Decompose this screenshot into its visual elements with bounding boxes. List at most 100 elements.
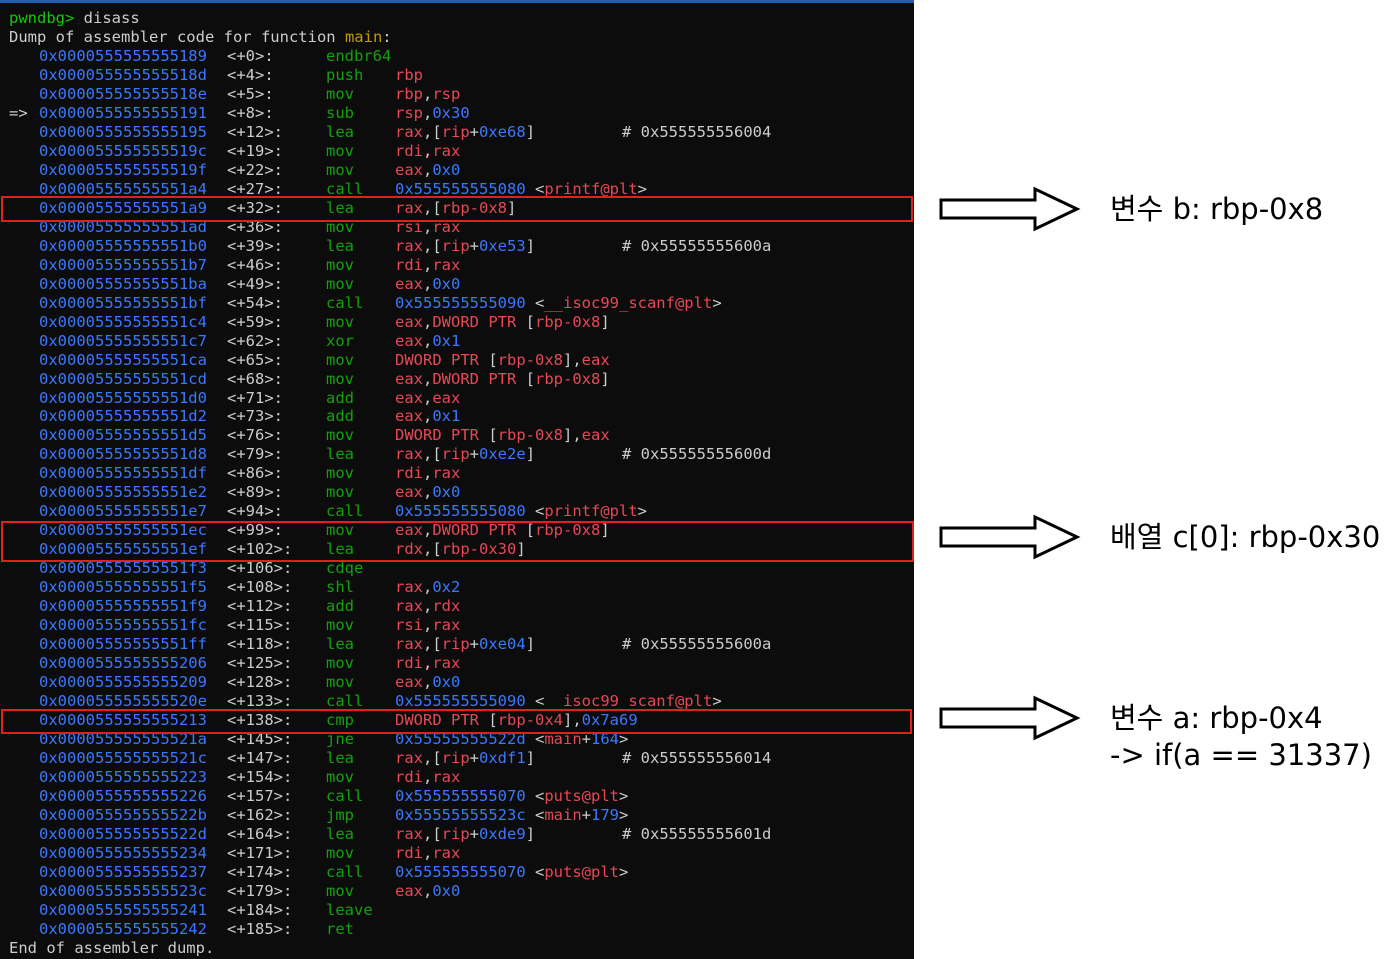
operand-register: eax: [395, 274, 423, 293]
instruction-mnemonic: lea: [326, 445, 354, 464]
operand-register: rdi: [395, 767, 423, 786]
instruction-offset: <+4>:: [227, 66, 274, 84]
instruction-mnemonic: sub: [326, 103, 354, 122]
instruction-offset: <+46>:: [227, 255, 283, 274]
instruction-row: 0x00005555555551c7 <+62>: xor eax,0x1: [0, 332, 914, 351]
operand-number: 0x1: [432, 407, 461, 426]
instruction-row: 0x000055555555521c <+147>: lea rax,[rip+0xd…: [0, 749, 914, 768]
operand-punct: ,[: [423, 540, 442, 559]
instruction-address: 0x00005555555551c7: [39, 331, 207, 350]
hollow-right-arrow-icon: [939, 186, 1081, 232]
operand-punct: +: [581, 805, 591, 824]
operand-number: 0x555555555090: [395, 692, 526, 710]
hollow-right-arrow-icon: [939, 695, 1081, 741]
instruction-offset: <+32>:: [227, 198, 283, 217]
instruction-address: 0x0000555555555237: [39, 862, 207, 881]
instruction-address: 0x000055555555519c: [39, 141, 207, 160]
operand-register: printf@plt: [544, 502, 638, 521]
instruction-address: 0x00005555555551e7: [39, 502, 207, 521]
operand-punct: <: [525, 786, 545, 805]
instruction-address: 0x00005555555551d2: [39, 407, 207, 426]
instruction-offset: <+171>:: [227, 843, 293, 862]
operand-register: rax: [395, 597, 423, 616]
instruction-address: 0x00005555555551d8: [39, 445, 207, 464]
operand-register: rsi: [395, 616, 423, 635]
operand-punct: >: [637, 502, 647, 521]
instruction-comment: # 0x55555555601d: [622, 824, 772, 843]
instruction-offset: <+145>:: [227, 729, 293, 748]
instruction-address: 0x00005555555551d0: [39, 388, 207, 407]
instruction-operands: rbp,rsp: [395, 85, 460, 104]
operand-punct: ]: [525, 122, 536, 141]
instruction-row: 0x0000555555555234 <+171>: mov rdi,rax: [0, 844, 914, 863]
instruction-offset: <+154>:: [227, 767, 293, 786]
operand-register: puts@plt: [544, 862, 619, 881]
instruction-offset: <+108>:: [227, 578, 293, 597]
operand-register: rax: [432, 767, 461, 786]
instruction-address: 0x00005555555551ad: [39, 217, 207, 236]
operand-punct: >: [618, 862, 629, 881]
instruction-row: 0x0000555555555189 <+0>: endbr64: [0, 47, 914, 66]
instruction-row: 0x0000555555555241 <+184>: leave: [0, 901, 914, 920]
instruction-row: 0x000055555555520e <+133>: call 0x555555555…: [0, 692, 914, 711]
instruction-row: 0x0000555555555195 <+12>: lea rax,[rip+0xe6…: [0, 123, 914, 142]
instruction-offset: <+12>:: [227, 122, 283, 141]
operand-number: 0xe53: [479, 236, 526, 255]
instruction-operands: 0x555555555080 <printf@plt>: [395, 502, 647, 521]
instruction-operands: rdi,rax: [395, 768, 460, 787]
instruction-mnemonic: ret: [326, 919, 354, 938]
operand-punct: +: [581, 729, 591, 748]
instruction-mnemonic: add: [326, 388, 354, 407]
instruction-row: 0x00005555555551ef <+102>: lea rdx,[rbp-0x3…: [0, 540, 914, 559]
instruction-row: 0x000055555555519c <+19>: mov rdi,rax: [0, 142, 914, 161]
operand-register: __isoc99_scanf@plt: [544, 293, 713, 312]
operand-number: 0x0: [432, 673, 461, 691]
operand-register: rbp-0x8: [441, 198, 507, 217]
instruction-mnemonic: call: [326, 502, 364, 521]
instruction-address: 0x000055555555520e: [39, 692, 207, 710]
instruction-address: 0x00005555555551ef: [39, 540, 207, 559]
terminal-window[interactable]: pwndbg> disass Dump of assembler code fo…: [0, 0, 914, 959]
instruction-comment: # 0x55555555600a: [622, 635, 772, 654]
instruction-comment: # 0x555555556014: [622, 748, 772, 767]
operand-punct: [: [488, 350, 498, 369]
terminal-top-border: [0, 0, 914, 3]
instruction-row: 0x00005555555551f3 <+106>: cdqe: [0, 559, 914, 578]
instruction-mnemonic: mov: [326, 160, 354, 179]
instruction-mnemonic: shl: [326, 578, 354, 597]
instruction-operands: rdi,rax: [395, 256, 460, 275]
operand-number: 0x0: [432, 274, 461, 293]
instruction-row: 0x00005555555551ba <+49>: mov eax,0x0: [0, 275, 914, 294]
instruction-mnemonic: jne: [326, 729, 354, 748]
operand-punct: [: [488, 426, 498, 445]
instruction-mnemonic: mov: [326, 767, 354, 786]
operand-register: eax: [395, 331, 423, 350]
operand-punct: [: [525, 521, 536, 540]
instruction-operands: eax,0x0: [395, 161, 460, 180]
instruction-address: 0x00005555555551f5: [39, 578, 207, 597]
instruction-address: 0x0000555555555189: [39, 47, 207, 65]
instruction-comment: # 0x555555556004: [622, 122, 772, 141]
operand-register: main: [544, 805, 582, 824]
instruction-operands: rdi,rax: [395, 844, 460, 863]
instruction-offset: <+36>:: [227, 217, 283, 236]
instruction-row: 0x00005555555551a9 <+32>: lea rax,[rbp-0x8]: [0, 199, 914, 218]
operand-punct: <: [525, 293, 545, 312]
operand-register: eax: [581, 350, 610, 369]
operand-punct: <: [525, 729, 545, 748]
operand-punct: >: [619, 729, 629, 748]
operand-register: eax: [432, 388, 461, 407]
instruction-row: 0x00005555555551d5 <+76>: mov DWORD PTR [rb…: [0, 426, 914, 445]
operand-register: main: [544, 729, 582, 748]
instruction-mnemonic: mov: [326, 141, 354, 160]
operand-punct: ]: [600, 521, 610, 540]
operand-register: rdi: [395, 464, 423, 483]
operand-register: rbp-0x8: [535, 369, 601, 388]
instruction-row: 0x00005555555551d8 <+79>: lea rax,[rip+0xe2…: [0, 445, 914, 464]
instruction-mnemonic: lea: [326, 824, 354, 843]
instruction-address: 0x0000555555555206: [39, 654, 207, 672]
operand-punct: ,[: [423, 824, 442, 843]
operand-punct: [: [525, 369, 536, 388]
instruction-row: 0x00005555555551d2 <+73>: add eax,0x1: [0, 407, 914, 426]
operand-register: eax: [395, 160, 423, 179]
